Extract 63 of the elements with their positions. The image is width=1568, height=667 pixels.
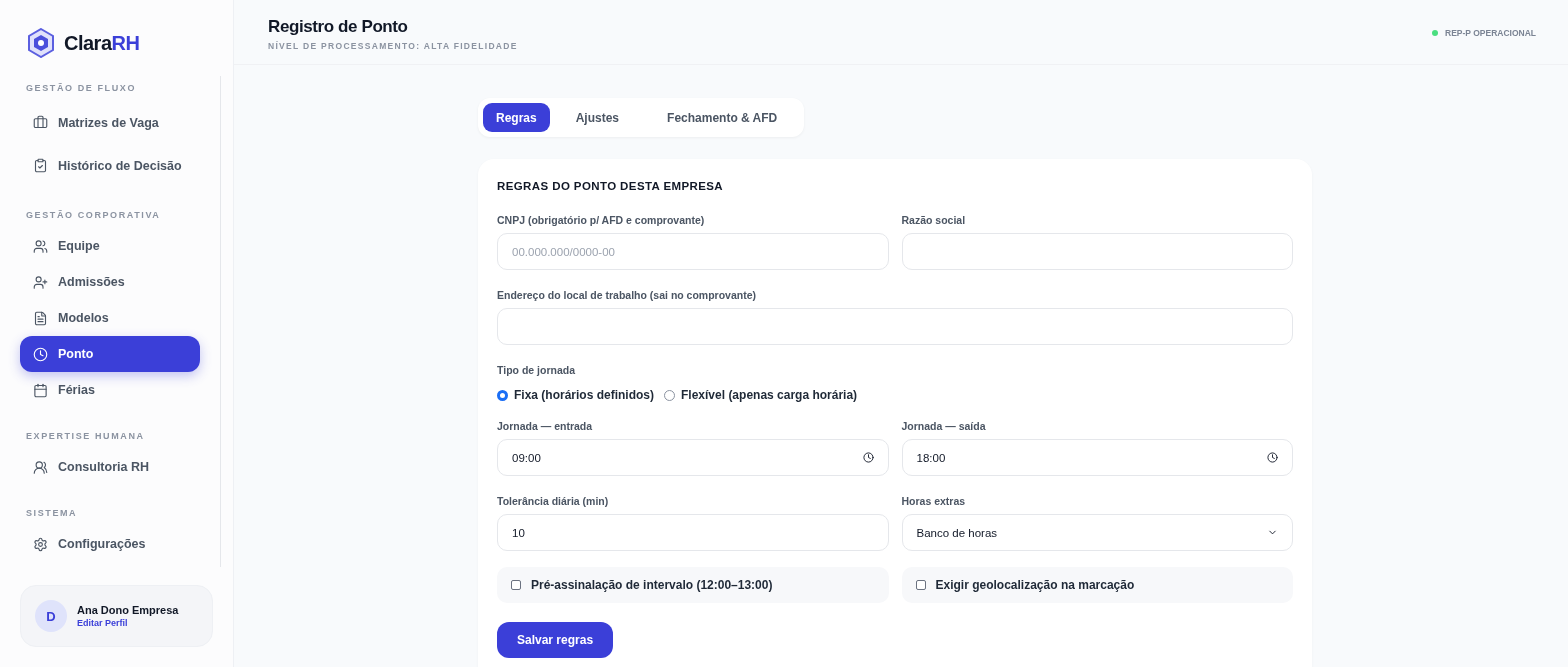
nav-item[interactable]: Ponto <box>20 336 200 372</box>
section-title: GESTÃO DE FLUXO <box>25 82 137 95</box>
calendar-icon <box>33 382 48 398</box>
clipboard-check-icon <box>33 158 48 173</box>
edit-profile-link[interactable]: Editar Perfil <box>77 618 179 628</box>
users-icon <box>33 238 48 254</box>
input-field[interactable] <box>497 308 1293 345</box>
group-icon <box>33 459 48 475</box>
radio-option[interactable]: Fixa (horários definidos) <box>497 388 654 402</box>
time-value: 09:00 <box>512 451 541 464</box>
tab[interactable]: Regras <box>483 103 550 132</box>
time-field[interactable]: 18:00 <box>901 439 1293 476</box>
nav-item[interactable]: Matrizes de Vaga <box>20 101 200 144</box>
briefcase-icon <box>33 115 48 130</box>
save-button[interactable]: Salvar regras <box>497 622 614 658</box>
field-label: Jornada — entrada <box>497 420 594 432</box>
nav-item[interactable]: Férias <box>20 372 200 408</box>
radio-option[interactable]: Flexível (apenas carga horária) <box>664 388 858 402</box>
nav-item[interactable]: Consultoria RH <box>20 449 200 485</box>
clock-icon <box>1267 452 1278 463</box>
field-label: Jornada — saída <box>901 420 987 432</box>
user-name: Ana Dono Empresa <box>77 604 179 616</box>
page-subtitle: NÍVEL DE PROCESSAMENTO: ALTA FIDELIDADE <box>268 41 518 51</box>
checkbox[interactable] <box>915 580 926 590</box>
nav-item[interactable]: Admissões <box>20 264 200 300</box>
clock-icon <box>862 452 874 463</box>
section-title: EXPERTISE HUMANA <box>25 430 146 443</box>
nav-item[interactable]: Equipe <box>20 228 200 264</box>
field-label: Endereço do local de trabalho (sai no comprovante) <box>497 289 758 301</box>
status-text: REP-P OPERACIONAL <box>1445 28 1536 38</box>
nav-item[interactable]: Configurações <box>20 526 200 562</box>
field-label: CNPJ (obrigatório p/ AFD e comprovante) <box>497 214 706 226</box>
checkbox-option[interactable]: Pré-assinalação de intervalo (12:00–13:00) <box>497 567 889 603</box>
nav-item[interactable]: Modelos <box>20 300 200 336</box>
field-label: Razão social <box>901 214 967 226</box>
input-field[interactable] <box>901 233 1293 270</box>
select-field[interactable]: Banco de horas <box>901 514 1293 551</box>
card-title: REGRAS DO PONTO DESTA EMPRESA <box>497 180 725 192</box>
radio-button[interactable] <box>497 389 508 401</box>
checkbox-option[interactable]: Exigir geolocalização na marcação <box>901 567 1293 603</box>
input-field[interactable]: 00.000.000/0000-00 <box>497 233 889 270</box>
field-label: Horas extras <box>901 495 967 507</box>
time-value: 18:00 <box>916 451 946 464</box>
settings-icon <box>33 536 48 552</box>
input-field[interactable]: 10 <box>497 514 889 551</box>
section-title: GESTÃO CORPORATIVA <box>25 209 162 222</box>
time-field[interactable]: 09:00 <box>497 439 889 476</box>
field-label: Tipo de jornada <box>497 364 576 376</box>
document-icon <box>33 310 48 326</box>
section-title: SISTEMA <box>25 507 79 520</box>
brand-name: ClaraRH <box>64 31 140 55</box>
logo-icon <box>28 28 54 58</box>
field-label: Tolerância diária (min) <box>497 495 610 507</box>
clock-icon <box>33 346 48 362</box>
nav-item[interactable]: Histórico de Decisão <box>20 144 200 187</box>
select-value: Banco de horas <box>916 526 998 539</box>
avatar: D <box>35 600 67 632</box>
radio-button[interactable] <box>664 389 675 401</box>
page-title: Registro de Ponto <box>268 17 409 37</box>
user-plus-icon <box>33 274 48 290</box>
checkbox[interactable] <box>511 580 521 590</box>
tab[interactable]: Ajustes <box>553 103 642 132</box>
tab[interactable]: Fechamento & AFD <box>645 103 800 132</box>
